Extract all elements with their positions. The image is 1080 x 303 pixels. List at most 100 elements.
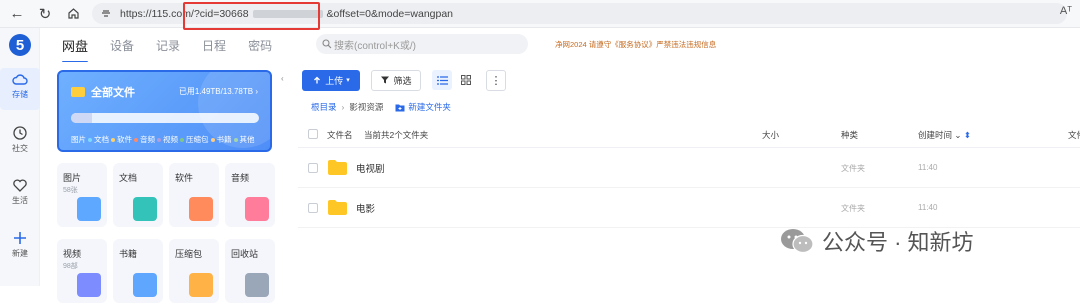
all-files-card[interactable]: 全部文件 已用1.49TB/13.78TB › 图片 文档 软件 音频 视频 压缩包 书籍其… <box>57 70 272 152</box>
wechat-watermark: 公众号 · 知新坊 <box>780 225 974 257</box>
legend-item: 音频 <box>140 135 155 144</box>
legend-item: 书籍 <box>216 135 232 144</box>
row-checkbox[interactable] <box>308 163 318 173</box>
compliance-notice[interactable]: 净网2024 请遵守《服务协议》严禁违法违规信息 <box>555 39 716 50</box>
wechat-icon <box>781 229 814 254</box>
rail-item-social[interactable]: 社交 <box>0 125 40 154</box>
file-name[interactable]: 电视剧 <box>356 161 385 175</box>
category-audio[interactable]: 音频 <box>225 163 275 227</box>
storage-usage: 已用1.49TB/13.78TB › <box>178 87 258 96</box>
cid-highlight-box <box>183 2 320 30</box>
site-info-icon[interactable] <box>100 8 112 20</box>
rail-label: 新建 <box>12 249 28 258</box>
table-row[interactable]: 电视剧 文件夹 11:40 <box>298 148 1080 188</box>
legend-item: 压缩包 <box>186 135 209 144</box>
tab-wangpan[interactable]: 网盘 <box>62 36 89 63</box>
collapse-panel-icon[interactable]: ‹ <box>281 74 291 84</box>
rail-item-life[interactable]: 生活 <box>0 178 40 206</box>
legend-dot <box>180 137 184 142</box>
rail-item-storage[interactable]: 存储 <box>0 68 40 110</box>
search-input[interactable]: 搜索(control+K或/) <box>316 34 528 54</box>
grid-view-button[interactable] <box>456 70 476 90</box>
file-toolbar: 上传 ▾ 筛选 ⋮ <box>302 69 506 91</box>
column-created-label: 创建时间 <box>918 130 953 140</box>
category-label: 文档 <box>119 173 138 183</box>
category-label: 压缩包 <box>175 249 203 259</box>
cloud-icon <box>12 74 28 85</box>
file-type: 文件夹 <box>841 164 865 173</box>
list-view-button[interactable] <box>432 70 452 90</box>
category-recycle-bin[interactable]: 回收站 <box>225 239 275 303</box>
category-panel: 全部文件 已用1.49TB/13.78TB › 图片 文档 软件 音频 视频 压缩包 书籍其… <box>40 62 276 303</box>
new-folder-button[interactable]: 新建文件夹 <box>395 101 451 113</box>
reload-icon[interactable]: ↻ <box>34 3 56 25</box>
clock-icon <box>13 126 27 140</box>
browser-toolbar: ← ↻ https://115.com/ ?cid=30668 &offset=… <box>0 0 1080 30</box>
storage-usage-bar <box>71 113 259 123</box>
select-all-checkbox[interactable] <box>308 129 318 139</box>
search-icon <box>322 39 332 49</box>
column-extra: 文件 <box>1068 130 1080 140</box>
file-table: 文件名 当前共2个文件夹 大小 种类 创建时间 ⌄ ⬍ 文件 电视剧 文件夹 1… <box>298 120 1080 228</box>
legend-dot <box>233 137 238 142</box>
legend-dot <box>157 137 161 142</box>
row-checkbox[interactable] <box>308 203 318 213</box>
software-icon <box>189 197 213 221</box>
column-created-time[interactable]: 创建时间 ⌄ ⬍ <box>918 129 971 141</box>
folder-icon <box>328 200 347 215</box>
new-folder-icon <box>395 104 405 111</box>
reader-mode-icon[interactable]: Aᵀ <box>1060 5 1072 17</box>
upload-icon <box>314 76 321 84</box>
file-name[interactable]: 电影 <box>356 201 375 215</box>
search-placeholder: 搜索(control+K或/) <box>334 40 416 52</box>
tab-devices[interactable]: 设备 <box>110 37 134 54</box>
legend-item: 视频 <box>163 135 178 144</box>
video-icon <box>77 273 101 297</box>
storage-usage-text: 已用1.49TB/13.78TB <box>178 87 254 96</box>
legend-item: 图片 <box>71 135 86 144</box>
table-row[interactable]: 电影 文件夹 11:40 <box>298 188 1080 228</box>
rail-item-new[interactable]: 新建 <box>0 230 40 259</box>
tab-records[interactable]: 记录 <box>156 37 180 54</box>
category-images[interactable]: 图片 58张 <box>57 163 107 227</box>
category-books[interactable]: 书籍 <box>113 239 163 303</box>
legend-dot <box>210 137 215 142</box>
home-icon[interactable] <box>62 3 84 25</box>
legend-dot <box>111 137 115 142</box>
category-video[interactable]: 视频 98部 <box>57 239 107 303</box>
category-count: 58张 <box>63 187 78 194</box>
category-label: 图片 <box>63 173 82 183</box>
tab-schedule[interactable]: 日程 <box>202 37 226 54</box>
table-header: 文件名 当前共2个文件夹 大小 种类 创建时间 ⌄ ⬍ 文件 <box>298 120 1080 148</box>
tab-passwords[interactable]: 密码 <box>248 37 272 54</box>
column-size[interactable]: 大小 <box>762 129 779 141</box>
category-archives[interactable]: 压缩包 <box>169 239 219 303</box>
category-label: 视频 <box>63 249 82 259</box>
storage-usage-fill <box>71 113 92 123</box>
trash-icon <box>245 273 269 297</box>
category-label: 软件 <box>175 173 194 183</box>
column-type[interactable]: 种类 <box>841 129 858 141</box>
rail-label: 生活 <box>12 196 28 205</box>
column-name[interactable]: 文件名 <box>327 129 353 141</box>
category-software[interactable]: 软件 <box>169 163 219 227</box>
image-icon <box>77 197 101 221</box>
upload-label: 上传 <box>325 75 344 86</box>
back-icon[interactable]: ← <box>6 3 28 25</box>
filter-label: 筛选 <box>393 75 412 86</box>
rail-label: 社交 <box>12 144 28 153</box>
folder-summary: 当前共2个文件夹 <box>364 130 429 140</box>
top-nav: 网盘 设备 记录 日程 密码 搜索(control+K或/) 净网2024 请遵… <box>40 28 1080 63</box>
more-options-icon[interactable]: ⋮ <box>486 69 506 91</box>
heart-icon <box>13 179 27 192</box>
sort-desc-icon: ⌄ <box>954 130 962 140</box>
upload-button[interactable]: 上传 ▾ <box>302 69 360 91</box>
app-logo[interactable]: 5 <box>9 34 31 56</box>
left-rail: 5 存储 社交 生活 新建 <box>0 28 40 286</box>
breadcrumb-root[interactable]: 根目录 <box>311 101 337 113</box>
category-documents[interactable]: 文档 <box>113 163 163 227</box>
legend-item: 软件 <box>117 135 132 144</box>
rail-label: 存储 <box>12 90 28 99</box>
category-label: 回收站 <box>231 249 259 259</box>
filter-button[interactable]: 筛选 <box>371 69 421 91</box>
